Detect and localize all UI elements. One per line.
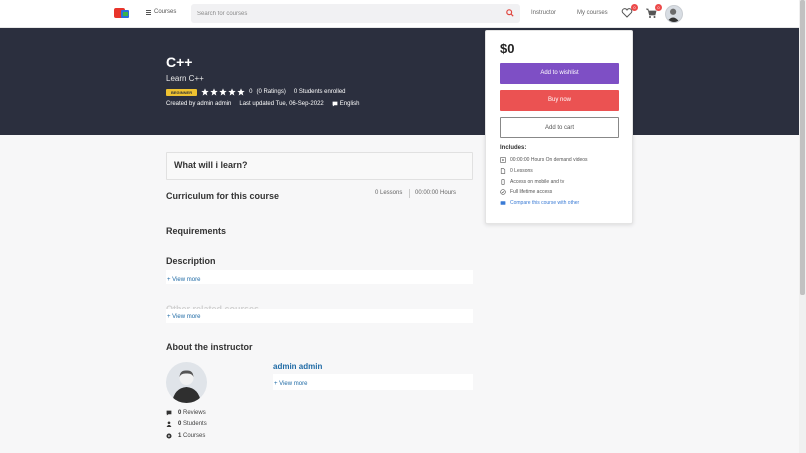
divider <box>409 189 410 198</box>
rating-stars <box>201 88 245 96</box>
list-item: 00:00:00 Hours On demand videos <box>500 155 588 166</box>
star-icon <box>228 88 236 96</box>
rating-row: BEGINNER 0 (0 Ratings) 0 Students enroll… <box>166 88 346 96</box>
includes-list: 00:00:00 Hours On demand videos 0 Lesson… <box>500 155 588 208</box>
instructor-reviews: 0 Reviews <box>166 410 206 416</box>
wishlist-button[interactable]: 0 <box>621 4 638 19</box>
scrollbar-thumb[interactable] <box>800 0 805 295</box>
add-to-wishlist-button[interactable]: Add to wishlist <box>500 63 619 84</box>
course-hero: C++ Learn C++ BEGINNER 0 (0 Ratings) 0 S… <box>0 28 799 135</box>
video-icon <box>500 157 506 164</box>
comment-icon <box>166 410 172 416</box>
star-icon <box>237 88 245 96</box>
page-scrollbar[interactable] <box>799 0 806 453</box>
star-icon <box>210 88 218 96</box>
course-title: C++ <box>166 54 193 70</box>
instructor-link[interactable]: Instructor <box>531 10 556 16</box>
menu-icon <box>146 9 151 15</box>
site-logo[interactable] <box>114 8 130 19</box>
star-icon <box>219 88 227 96</box>
compare-icon <box>500 201 506 205</box>
includes-title: Includes: <box>500 145 527 151</box>
search-icon[interactable] <box>506 9 514 17</box>
add-to-cart-button[interactable]: Add to cart <box>500 117 619 138</box>
instructor-courses: 1 Courses <box>166 433 205 439</box>
file-icon <box>500 168 506 174</box>
about-instructor-title: About the instructor <box>166 342 253 352</box>
play-circle-icon <box>166 433 172 439</box>
lessons-count: 0 Lessons <box>375 190 403 196</box>
compare-course-link[interactable]: Compare this course with other <box>500 198 588 209</box>
level-badge: BEGINNER <box>166 88 198 96</box>
course-price: $0 <box>500 41 515 56</box>
what-will-i-learn-box: What will i learn? <box>166 152 473 180</box>
user-icon <box>166 421 172 427</box>
mobile-icon <box>501 179 505 185</box>
star-icon <box>201 88 209 96</box>
list-item: Full lifetime access <box>500 187 588 198</box>
description-content <box>166 270 473 284</box>
search-input[interactable] <box>191 4 491 23</box>
list-item: 0 Lessons <box>500 166 588 177</box>
other-courses-view-more-link[interactable]: + View more <box>167 314 200 320</box>
user-avatar-icon <box>666 8 680 22</box>
my-courses-link[interactable]: My courses <box>577 10 608 16</box>
language: English <box>332 101 360 107</box>
search-bar <box>191 4 520 23</box>
instructor-students: 0 Students <box>166 421 207 427</box>
students-enrolled: 0 Students enrolled <box>293 89 346 95</box>
created-by: Created by admin admin <box>166 101 232 107</box>
list-item: Access on mobile and tv <box>500 176 588 187</box>
hours-total: 00:00:00 Hours <box>415 190 457 196</box>
requirements-title: Requirements <box>166 226 227 236</box>
cart-count-badge: 0 <box>655 4 662 11</box>
check-circle-icon <box>500 189 506 196</box>
rating-value: 0 <box>249 89 253 95</box>
course-meta-row: Created by admin admin Last updated Tue,… <box>166 101 359 107</box>
wishlist-count-badge: 0 <box>631 4 638 11</box>
instructor-name-link[interactable]: admin admin <box>273 362 322 371</box>
description-view-more-link[interactable]: + View more <box>167 277 200 283</box>
cart-button[interactable]: 0 <box>645 4 662 19</box>
course-subtitle: Learn C++ <box>166 74 204 83</box>
comment-icon <box>332 101 338 107</box>
ratings-count: (0 Ratings) <box>256 89 286 95</box>
instructor-view-more-link[interactable]: + View more <box>274 381 307 387</box>
buy-now-button[interactable]: Buy now <box>500 90 619 111</box>
description-title: Description <box>166 256 216 266</box>
courses-menu-label: Courses <box>154 9 177 15</box>
curriculum-title: Curriculum for this course <box>166 191 280 201</box>
purchase-card: $0 Add to wishlist Buy now Add to cart I… <box>485 30 633 224</box>
other-courses-content <box>166 309 473 323</box>
learn-title: What will i learn? <box>174 160 248 170</box>
instructor-avatar[interactable] <box>166 362 207 403</box>
instructor-avatar-icon <box>172 370 201 403</box>
language-label: English <box>339 101 360 107</box>
courses-menu-button[interactable]: Courses <box>146 9 176 15</box>
user-avatar[interactable] <box>665 5 683 23</box>
last-updated: Last updated Tue, 06-Sep-2022 <box>239 101 324 107</box>
top-navbar: Courses Instructor My courses 0 0 <box>0 0 799 28</box>
